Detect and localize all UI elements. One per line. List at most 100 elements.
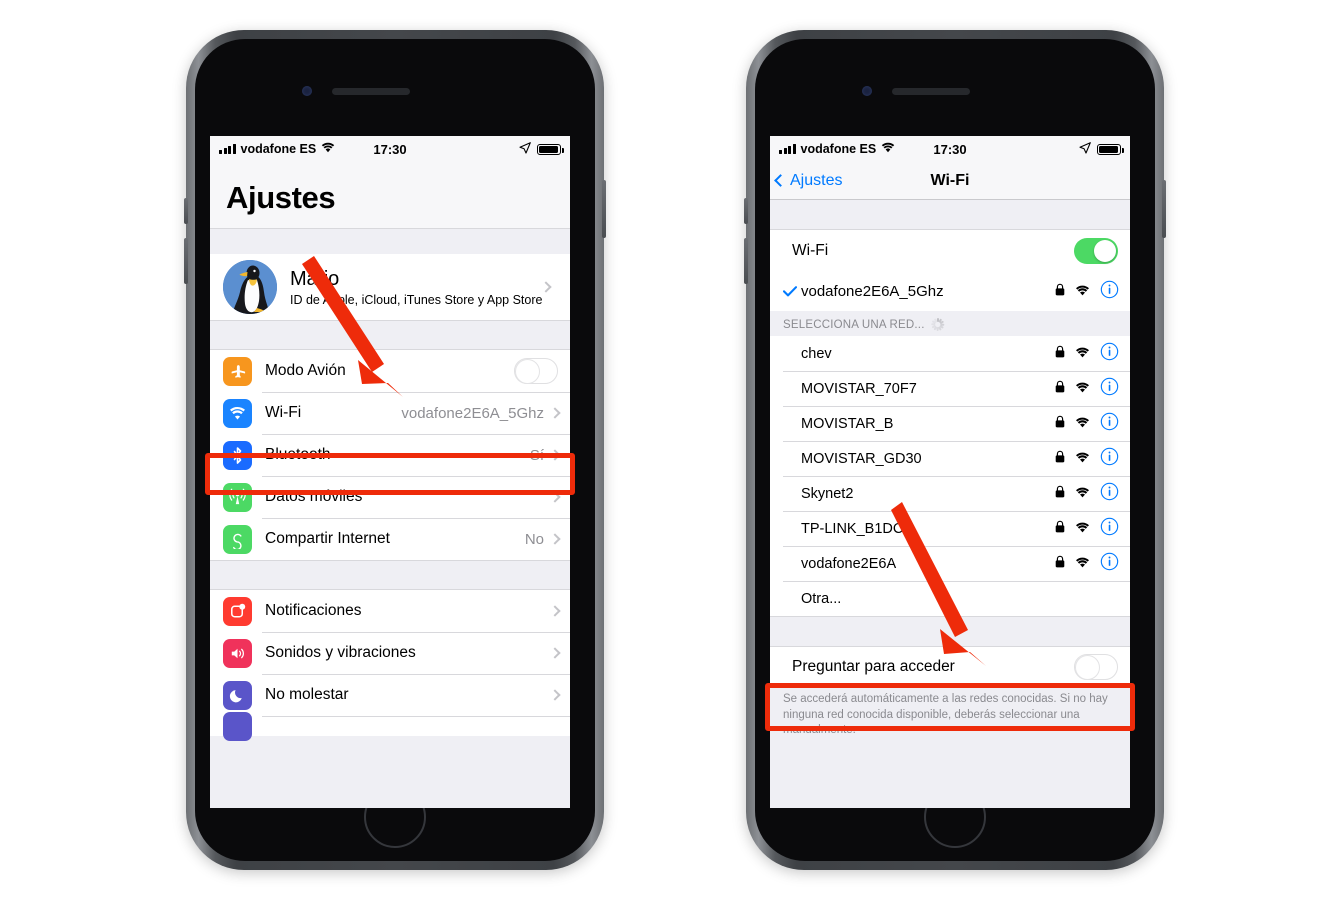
settings-row-do-not-disturb[interactable]: No molestar [210,674,570,716]
signal-bars-icon [779,144,796,154]
penguin-avatar [223,260,277,314]
settings-row-label: Notificaciones [265,602,362,619]
status-bar-right-group [1079,141,1124,157]
network-meta [1055,280,1119,304]
info-circle-icon[interactable] [1100,552,1119,576]
status-bar-left-group: vodafone ES [219,142,335,156]
info-circle-icon[interactable] [1100,412,1119,436]
airplane-mode-toggle[interactable] [514,358,558,384]
sounds-icon [223,638,252,668]
info-circle-icon[interactable] [1100,447,1119,471]
settings-row-notifications[interactable]: Notificaciones [210,590,570,632]
wifi-icon [223,398,252,428]
ask-to-join-row[interactable]: Preguntar para acceder [770,646,1130,686]
checkmark-icon [783,286,797,297]
connected-network-row[interactable]: vodafone2E6A_5Ghz [770,272,1130,311]
wifi-icon [1075,450,1090,468]
account-text: Mario ID de Apple, iCloud, iTunes Store … [290,268,542,307]
chevron-right-icon [549,647,561,659]
network-ssid: Skynet2 [801,485,854,502]
network-row[interactable]: TP-LINK_B1DC2 [770,511,1130,546]
network-row[interactable]: MOVISTAR_70F7 [770,371,1130,406]
chevron-right-icon [549,533,561,545]
network-row[interactable]: Skynet2 [770,476,1130,511]
chevron-right-icon [549,407,561,419]
settings-row-personal-hotspot[interactable]: Compartir Internet No [210,518,570,560]
battery-icon [537,143,564,155]
spacer-alerts [210,560,570,590]
network-meta [1055,517,1119,541]
hotspot-state: No [524,530,544,548]
network-meta [1055,412,1119,436]
network-row-other[interactable]: Otra... [770,581,1130,616]
info-circle-icon[interactable] [1100,517,1119,541]
settings-row-label: Sonidos y vibraciones [265,644,416,661]
settings-row-label: Modo Avión [265,362,346,379]
carrier-label: vodafone ES [240,142,317,156]
account-row[interactable]: Mario ID de Apple, iCloud, iTunes Store … [210,254,570,320]
account-name: Mario [290,267,340,290]
lock-icon [1055,283,1065,301]
info-circle-icon[interactable] [1100,482,1119,506]
left-phone: vodafone ES 17:30 Ajustes Mario ID de Ap… [184,30,606,870]
network-row[interactable]: vodafone2E6A [770,546,1130,581]
spacer-above-wifi-toggle [770,200,1130,230]
settings-row-airplane-mode[interactable]: Modo Avión [210,350,570,392]
wifi-icon [1075,415,1090,433]
earpiece-speaker-left [332,88,410,95]
settings-row-label: No molestar [265,686,349,703]
volume-down-button-left[interactable] [184,238,188,284]
settings-row-sounds[interactable]: Sonidos y vibraciones [210,632,570,674]
info-circle-icon[interactable] [1100,342,1119,366]
chevron-right-icon [549,491,561,503]
lock-icon [1055,555,1065,573]
network-ssid: MOVISTAR_70F7 [801,380,917,397]
network-row[interactable]: chev [770,336,1130,371]
network-meta [1055,447,1119,471]
settings-row-wifi[interactable]: Wi-Fi vodafone2E6A_5Ghz [210,392,570,434]
info-circle-icon[interactable] [1100,377,1119,401]
connectivity-group: Modo Avión Wi-Fi vodafone2E6A_5Ghz Bluet [210,350,570,560]
settings-row-screen-time[interactable] [210,711,570,741]
chevron-right-icon [549,605,561,617]
settings-row-label: Compartir Internet [265,530,390,547]
volume-down-button-right[interactable] [744,238,748,284]
network-meta [1055,342,1119,366]
lock-icon [1055,520,1065,538]
wifi-toggle-row[interactable]: Wi-Fi [770,230,1130,272]
status-bar-right-group [519,141,564,157]
settings-row-bluetooth[interactable]: Bluetooth Sí [210,434,570,476]
earpiece-speaker-right [892,88,970,95]
volume-up-button-right[interactable] [744,198,748,224]
wifi-toggle[interactable] [1074,238,1118,264]
power-button-right[interactable] [1162,180,1166,238]
screenshot-root: vodafone ES 17:30 Ajustes Mario ID de Ap… [0,0,1320,919]
wifi-toggle-group: Wi-Fi vodafone2E6A_5Ghz [770,230,1130,311]
spacer-connectivity [210,320,570,350]
left-screen: vodafone ES 17:30 Ajustes Mario ID de Ap… [210,136,570,808]
network-ssid: MOVISTAR_B [801,415,894,432]
power-button-left[interactable] [602,180,606,238]
network-ssid: Otra... [801,590,842,607]
ask-to-join-footnote: Se accederá automáticamente a las redes … [770,686,1130,749]
alerts-group: Notificaciones Sonidos y vibraciones No … [210,590,570,741]
network-ssid: MOVISTAR_GD30 [801,450,922,467]
settings-row-cellular[interactable]: Datos móviles [210,476,570,518]
network-meta [1055,552,1119,576]
carrier-label: vodafone ES [800,142,877,156]
network-row[interactable]: MOVISTAR_GD30 [770,441,1130,476]
volume-up-button-left[interactable] [184,198,188,224]
info-circle-icon[interactable] [1100,280,1119,304]
chevron-right-icon [549,449,561,461]
network-ssid: TP-LINK_B1DC2 [801,520,912,537]
lock-icon [1055,380,1065,398]
wifi-toggle-label: Wi-Fi [792,242,829,259]
wifi-icon [1075,555,1090,573]
lock-icon [1055,450,1065,468]
ask-to-join-toggle[interactable] [1074,653,1118,680]
network-row[interactable]: MOVISTAR_B [770,406,1130,441]
moon-icon [223,680,252,710]
connected-network-ssid: vodafone2E6A_5Ghz [801,283,944,300]
loading-spinner-icon [931,318,945,331]
location-arrow-icon [1079,141,1091,157]
